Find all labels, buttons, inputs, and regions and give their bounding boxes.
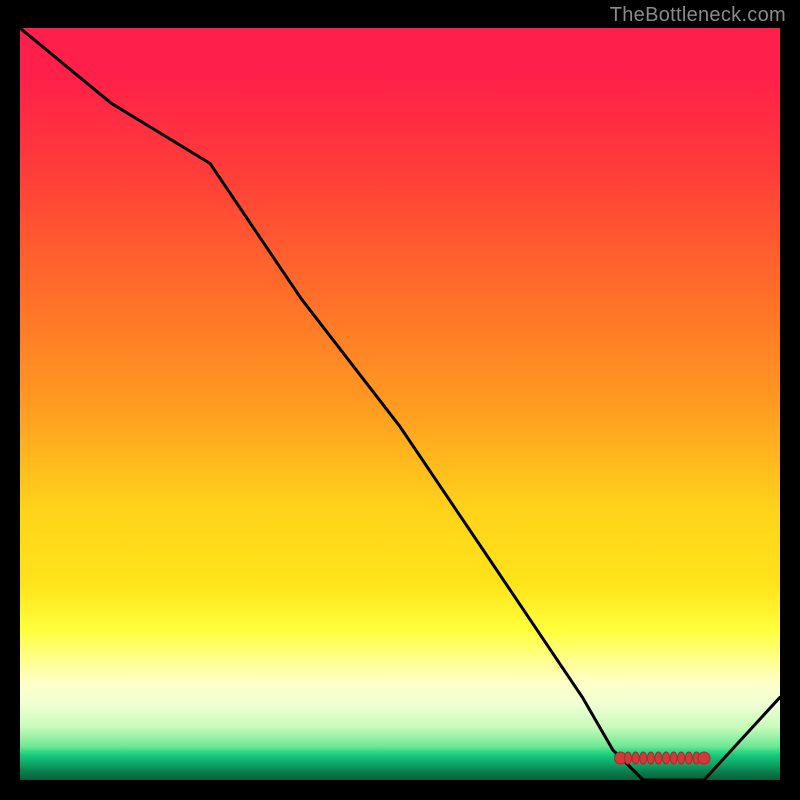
marker-point [655,752,662,764]
curve-svg [20,28,780,780]
attribution-text: TheBottleneck.com [610,4,786,27]
marker-point [625,752,632,764]
marker-point [670,752,677,764]
plot-frame [20,28,780,780]
bottleneck-curve-line [20,28,780,780]
plot-area [20,28,780,780]
marker-point [698,752,710,764]
marker-point [640,752,647,764]
marker-point [678,752,685,764]
marker-point [663,752,670,764]
marker-point [632,752,639,764]
optimal-range-markers [614,752,710,764]
chart-container: TheBottleneck.com [0,0,800,800]
marker-point [647,752,654,764]
marker-point [685,752,692,764]
